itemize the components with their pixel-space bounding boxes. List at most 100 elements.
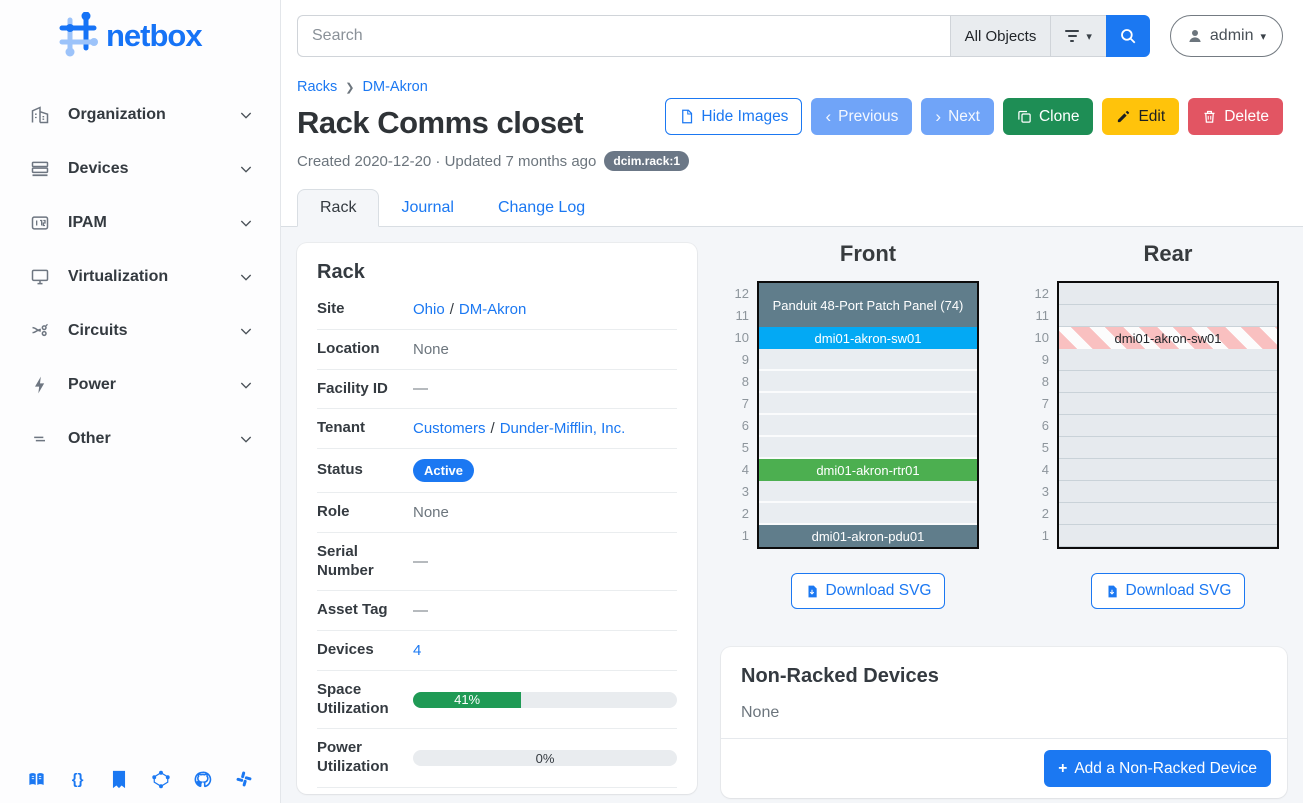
sidebar-item-organization[interactable]: Organization — [0, 88, 280, 142]
rack-slot[interactable] — [1059, 415, 1277, 437]
next-button[interactable]: › Next — [921, 98, 994, 135]
sidebar-item-label: Other — [68, 430, 238, 448]
rear-rack-diagram: dmi01-akron-sw01 — [1057, 281, 1279, 549]
rack-slot[interactable] — [1059, 437, 1277, 459]
field-row-status: Status Active — [317, 449, 677, 493]
sidebar-item-label: Circuits — [68, 322, 238, 340]
logo-text: netbox — [106, 18, 203, 53]
device-count-link[interactable]: 4 — [413, 642, 421, 659]
rack-elevations: Front 121110987654321 Panduit 48-Port Pa… — [721, 243, 1287, 609]
chevron-left-icon: ‹ — [825, 108, 831, 125]
device-sw01-rear[interactable]: dmi01-akron-sw01 — [1059, 327, 1277, 349]
sidebar-item-devices[interactable]: Devices — [0, 142, 280, 196]
tab-rack[interactable]: Rack — [297, 189, 379, 227]
field-label: Status — [317, 461, 413, 480]
space-utilization-value: 41% — [454, 692, 480, 707]
rack-slot[interactable] — [759, 349, 977, 371]
clone-icon — [1017, 109, 1032, 124]
graphql-icon[interactable] — [151, 769, 171, 789]
field-row-location: Location None — [317, 330, 677, 370]
tab-journal[interactable]: Journal — [379, 190, 475, 226]
field-row-power-utilization: Power Utilization 0% — [317, 729, 677, 788]
rack-slot[interactable] — [1059, 503, 1277, 525]
rack-slot[interactable] — [1059, 283, 1277, 305]
chevron-right-icon: › — [935, 108, 941, 125]
hide-images-label: Hide Images — [701, 108, 788, 126]
sidebar-item-circuits[interactable]: Circuits — [0, 304, 280, 358]
rack-slot[interactable] — [1059, 371, 1277, 393]
rack-details-panel: Rack Site Ohio / DM-Akron Location — [297, 243, 697, 794]
region-link[interactable]: Ohio — [413, 301, 445, 318]
field-row-space-utilization: Space Utilization 41% — [317, 671, 677, 730]
rack-slot[interactable] — [1059, 393, 1277, 415]
sidebar-item-label: Devices — [68, 160, 238, 178]
device-sw01[interactable]: dmi01-akron-sw01 — [759, 327, 977, 349]
api-docs-icon[interactable] — [109, 769, 129, 789]
add-non-racked-device-button[interactable]: + Add a Non-Racked Device — [1044, 750, 1271, 787]
rack-slot[interactable] — [1059, 525, 1277, 547]
plus-icon: + — [1058, 760, 1067, 778]
tenant-link[interactable]: Dunder-Mifflin, Inc. — [500, 420, 626, 437]
rest-api-icon[interactable]: {} — [68, 769, 88, 789]
front-download-svg-button[interactable]: Download SVG — [791, 573, 946, 609]
rack-slot[interactable] — [1059, 349, 1277, 371]
clone-label: Clone — [1039, 108, 1080, 126]
field-row-devices: Devices 4 — [317, 631, 677, 671]
device-patch-panel[interactable]: Panduit 48-Port Patch Panel (74) — [759, 283, 977, 327]
power-icon — [30, 375, 50, 395]
device-rtr01[interactable]: dmi01-akron-rtr01 — [759, 459, 977, 481]
sidebar-item-other[interactable]: Other — [0, 412, 280, 466]
github-icon[interactable] — [192, 769, 212, 789]
field-row-role: Role None — [317, 493, 677, 533]
non-racked-none-text: None — [741, 704, 1267, 722]
global-search: All Objects ▾ — [297, 15, 1150, 57]
sidebar-item-power[interactable]: Power — [0, 358, 280, 412]
object-scope-selector[interactable]: All Objects — [950, 15, 1051, 57]
rack-slot[interactable] — [759, 371, 977, 393]
field-value: — — [413, 380, 677, 397]
edit-label: Edit — [1138, 108, 1165, 126]
breadcrumb-racks-link[interactable]: Racks — [297, 79, 337, 95]
previous-label: Previous — [838, 108, 898, 126]
field-row-tenant: Tenant Customers / Dunder-Mifflin, Inc. — [317, 409, 677, 449]
previous-button[interactable]: ‹ Previous — [811, 98, 912, 135]
devices-icon — [30, 159, 50, 179]
clone-button[interactable]: Clone — [1003, 98, 1094, 135]
search-filter-button[interactable]: ▾ — [1050, 15, 1106, 57]
rear-download-svg-button[interactable]: Download SVG — [1091, 573, 1246, 609]
device-pdu01[interactable]: dmi01-akron-pdu01 — [759, 525, 977, 547]
field-row-asset-tag: Asset Tag — — [317, 591, 677, 631]
power-utilization-bar: 0% — [413, 750, 677, 766]
caret-down-icon: ▾ — [1260, 30, 1266, 43]
rack-slot[interactable] — [759, 393, 977, 415]
rack-slot[interactable] — [759, 503, 977, 525]
rack-slot[interactable] — [759, 481, 977, 503]
sidebar-item-virtualization[interactable]: Virtualization — [0, 250, 280, 304]
next-label: Next — [948, 108, 980, 126]
rack-slot[interactable] — [759, 415, 977, 437]
breadcrumb: Racks ❯ DM-Akron — [297, 79, 1283, 95]
netbox-logo[interactable]: netbox — [0, 0, 280, 66]
rear-elevation: Rear 121110987654321 dmi01-akron-sw01 — [1029, 243, 1279, 609]
rack-slot[interactable] — [1059, 459, 1277, 481]
hide-images-button[interactable]: Hide Images — [665, 98, 802, 135]
edit-button[interactable]: Edit — [1102, 98, 1179, 135]
search-submit-button[interactable] — [1106, 15, 1150, 57]
site-link[interactable]: DM-Akron — [459, 301, 527, 318]
user-menu-button[interactable]: admin ▾ — [1170, 15, 1283, 57]
object-id-badge: dcim.rack:1 — [604, 151, 689, 171]
sidebar-item-ipam[interactable]: IPAM — [0, 196, 280, 250]
rack-slot[interactable] — [1059, 481, 1277, 503]
netdev-slack-icon[interactable] — [234, 769, 254, 789]
delete-button[interactable]: Delete — [1188, 98, 1283, 135]
breadcrumb-rack-link[interactable]: DM-Akron — [363, 79, 428, 95]
tenant-group-link[interactable]: Customers — [413, 420, 486, 437]
rack-slot[interactable] — [759, 437, 977, 459]
search-input[interactable] — [297, 15, 950, 57]
front-unit-numbers: 121110987654321 — [729, 281, 749, 549]
file-download-icon — [805, 584, 819, 599]
docs-icon[interactable] — [26, 769, 46, 789]
main-area: All Objects ▾ admin ▾ Racks ❯ DM-Akron — [281, 0, 1303, 803]
tab-change-log[interactable]: Change Log — [476, 190, 607, 226]
rack-slot[interactable] — [1059, 305, 1277, 327]
